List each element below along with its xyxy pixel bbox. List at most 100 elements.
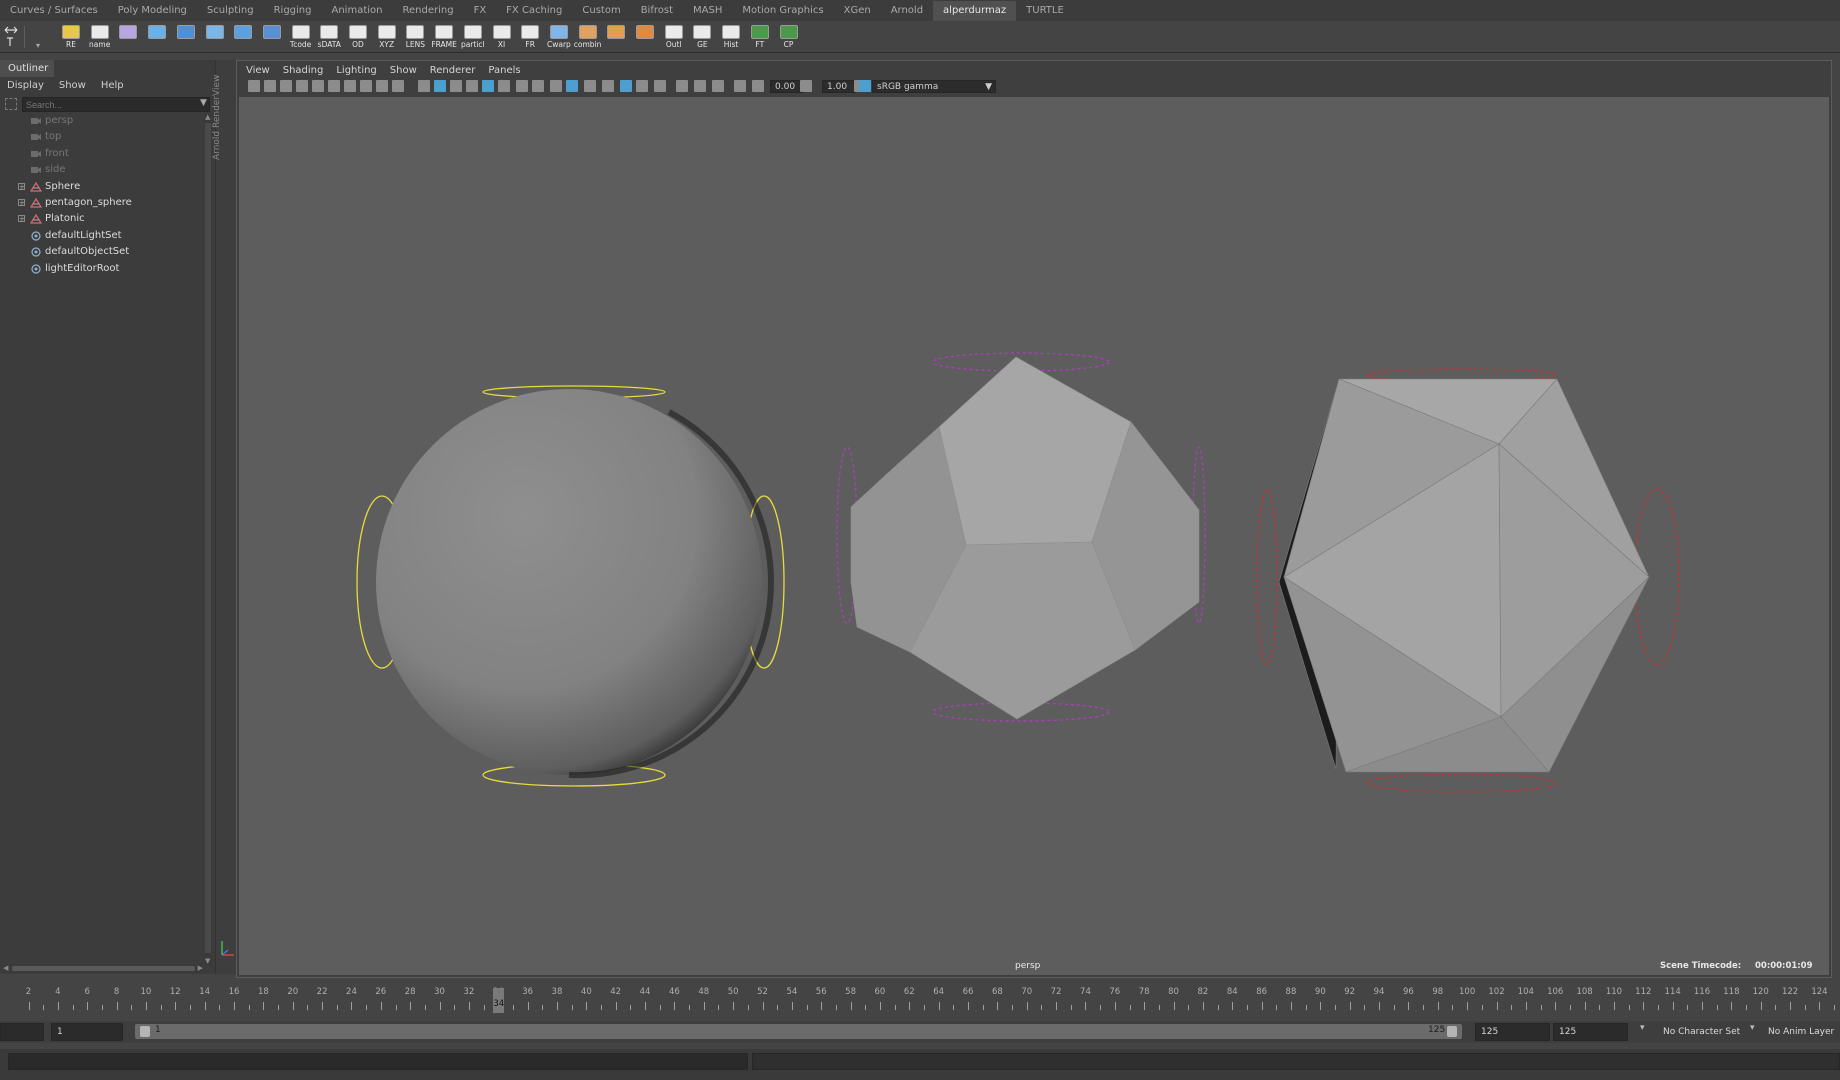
shelf-button[interactable]	[173, 24, 199, 51]
viewport-tool-icon[interactable]	[676, 80, 688, 92]
outliner-item[interactable]: lightEditorRoot	[0, 261, 200, 277]
color-management-icon[interactable]	[859, 80, 871, 92]
shelf-tab[interactable]: Rigging	[264, 1, 322, 21]
range-end-handle[interactable]	[1447, 1026, 1457, 1037]
outliner-horizontal-scrollbar[interactable]: ◀ ▶	[3, 964, 203, 973]
shelf-button[interactable]	[230, 24, 256, 51]
viewport-tool-icon[interactable]	[532, 80, 544, 92]
viewport-menu-renderer[interactable]: Renderer	[424, 63, 483, 78]
shelf-button[interactable]: particl	[460, 24, 486, 51]
viewport-tool-icon[interactable]	[800, 80, 812, 92]
shelf-menu-arrow-icon[interactable]: ▾	[36, 41, 44, 50]
command-input[interactable]	[8, 1053, 748, 1070]
shelf-button[interactable]: GE	[689, 24, 715, 51]
viewport-menu-show[interactable]: Show	[384, 63, 424, 78]
shelf-button[interactable]	[632, 24, 658, 51]
viewport-3d-canvas[interactable]	[221, 97, 1829, 975]
move-tool-icon[interactable]	[3, 24, 19, 48]
shelf-button[interactable]: Hist	[718, 24, 744, 51]
shelf-button[interactable]: XI	[489, 24, 515, 51]
shelf-tab[interactable]: Animation	[322, 1, 393, 21]
expand-icon[interactable]: +	[18, 215, 25, 223]
viewport-tool-icon[interactable]	[360, 80, 372, 92]
expand-icon[interactable]: +	[18, 182, 25, 190]
exposure-field[interactable]: 0.00	[770, 80, 804, 93]
viewport-tool-icon[interactable]	[752, 80, 764, 92]
shelf-button[interactable]	[144, 24, 170, 51]
outliner-item[interactable]: + Sphere	[0, 179, 200, 195]
viewport-tool-icon[interactable]	[376, 80, 388, 92]
viewport-tool-icon[interactable]	[312, 80, 324, 92]
character-set-dropdown-icon[interactable]: ▾	[1640, 1023, 1645, 1033]
viewport-tool-icon[interactable]	[344, 80, 356, 92]
shelf-button[interactable]	[259, 24, 285, 51]
anim-layer-dropdown-icon[interactable]: ▾	[1750, 1023, 1755, 1033]
shelf-tab[interactable]: Curves / Surfaces	[0, 1, 108, 21]
viewport-tool-icon[interactable]	[482, 80, 494, 92]
outliner-vertical-scrollbar[interactable]: ▲ ▼	[204, 113, 212, 965]
viewport-tool-icon[interactable]	[434, 80, 446, 92]
shelf-tab[interactable]: Bifrost	[631, 1, 683, 21]
shelf-button[interactable]: RE	[58, 24, 84, 51]
shelf-button[interactable]: FRAME	[431, 24, 457, 51]
viewport-tool-icon[interactable]	[602, 80, 614, 92]
shelf-button[interactable]: CP	[776, 24, 802, 51]
outliner-menu-display[interactable]: Display	[0, 77, 52, 94]
shelf-button[interactable]	[603, 24, 629, 51]
viewport-menu-view[interactable]: View	[240, 63, 277, 78]
viewport-tool-icon[interactable]	[498, 80, 510, 92]
viewport-tool-icon[interactable]	[734, 80, 746, 92]
time-slider[interactable]	[0, 984, 1840, 1013]
shelf-button[interactable]	[202, 24, 228, 51]
viewport-tool-icon[interactable]	[450, 80, 462, 92]
shelf-button[interactable]: OD	[345, 24, 371, 51]
viewport-tool-icon[interactable]	[550, 80, 562, 92]
range-slider[interactable]	[135, 1024, 1462, 1039]
viewport-tool-icon[interactable]	[466, 80, 478, 92]
outliner-item[interactable]: side	[0, 162, 200, 178]
range-empty-field[interactable]	[0, 1023, 44, 1041]
shelf-tab[interactable]: Custom	[572, 1, 630, 21]
range-start-handle[interactable]	[140, 1026, 150, 1037]
shelf-tab[interactable]: MASH	[683, 1, 732, 21]
viewport-tool-icon[interactable]	[694, 80, 706, 92]
animation-end-field[interactable]: 125	[1553, 1023, 1628, 1041]
shelf-button[interactable]: FT	[747, 24, 773, 51]
viewport-tool-icon[interactable]	[296, 80, 308, 92]
shelf-button[interactable]: LENS	[402, 24, 428, 51]
shelf-button[interactable]	[115, 24, 141, 51]
animation-start-field[interactable]: 1	[51, 1023, 123, 1041]
expand-icon[interactable]: +	[18, 199, 25, 207]
viewport-tool-icon[interactable]	[584, 80, 596, 92]
viewport-tool-icon[interactable]	[248, 80, 260, 92]
viewport-tool-icon[interactable]	[418, 80, 430, 92]
color-space-dropdown[interactable]: sRGB gamma ▼	[872, 80, 996, 93]
shelf-tab[interactable]: alperdurmaz	[933, 1, 1017, 21]
outliner-item[interactable]: + pentagon_sphere	[0, 195, 200, 211]
viewport-tool-icon[interactable]	[264, 80, 276, 92]
outliner-item[interactable]: top	[0, 129, 200, 145]
shelf-tab[interactable]: Poly Modeling	[108, 1, 197, 21]
outliner-search-input[interactable]	[22, 97, 210, 112]
playback-end-field[interactable]: 125	[1475, 1023, 1550, 1041]
shelf-tab[interactable]: FX Caching	[496, 1, 572, 21]
shelf-tab[interactable]: Motion Graphics	[732, 1, 833, 21]
outliner-item[interactable]: persp	[0, 113, 200, 129]
search-dropdown-icon[interactable]: ▼	[200, 98, 207, 108]
viewport-tool-icon[interactable]	[636, 80, 648, 92]
shelf-tab[interactable]: TURTLE	[1016, 1, 1074, 21]
viewport-menu-shading[interactable]: Shading	[277, 63, 331, 78]
shelf-tab[interactable]: FX	[464, 1, 497, 21]
shelf-button[interactable]: combin	[574, 24, 601, 51]
shelf-tab[interactable]: XGen	[834, 1, 881, 21]
viewport-tool-icon[interactable]	[328, 80, 340, 92]
viewport-tool-icon[interactable]	[620, 80, 632, 92]
shelf-tab[interactable]: Arnold	[881, 1, 933, 21]
viewport-tool-icon[interactable]	[566, 80, 578, 92]
shelf-button[interactable]: Tcode	[288, 24, 314, 51]
shelf-button[interactable]: XYZ	[374, 24, 400, 51]
shelf-button[interactable]: FR	[517, 24, 543, 51]
viewport-menu-panels[interactable]: Panels	[482, 63, 527, 78]
shelf-button[interactable]: sDATA	[316, 24, 342, 51]
viewport-tool-icon[interactable]	[280, 80, 292, 92]
